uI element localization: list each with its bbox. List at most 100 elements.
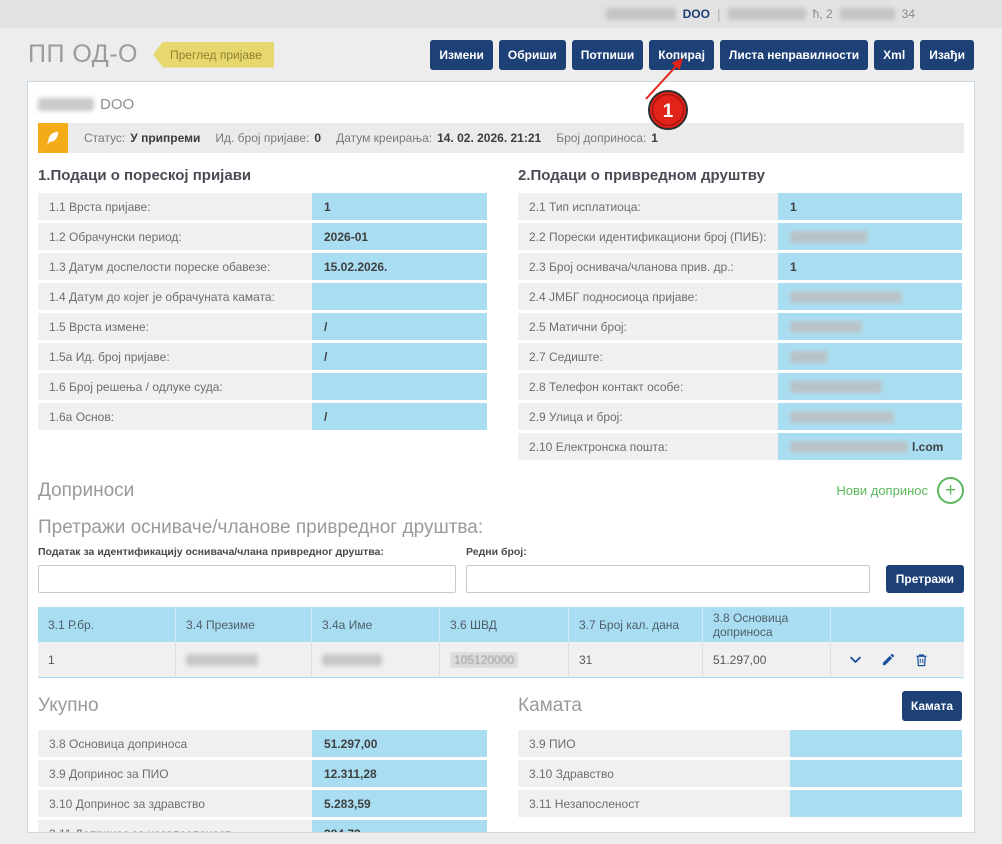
new-contribution-link[interactable]: Нови допринос + xyxy=(836,477,964,504)
field-label: 3.9 Допринос за ПИО xyxy=(38,760,312,787)
form-row: 2.1 Тип исплатиоца:1 xyxy=(518,193,962,220)
section1-title: 1.Подаци о пореској пријави xyxy=(38,167,487,184)
interest-header: Камата Камата xyxy=(518,692,962,720)
value-text: 12.311,28 xyxy=(324,767,377,781)
status-item-label: Датум креирања: xyxy=(336,131,432,145)
value-text: 2026-01 xyxy=(324,230,368,244)
search-row: Податак за идентификацију оснивача/члана… xyxy=(38,546,964,593)
form-row: 3.9 ПИО xyxy=(518,730,962,757)
form-row: 2.3 Број оснивача/чланова прив. др.:1 xyxy=(518,253,962,280)
totals-title: Укупно xyxy=(38,692,487,720)
value-text: 1 xyxy=(790,200,797,214)
status-item: Датум креирања: 14. 02. 2026. 21:21 xyxy=(336,131,541,145)
contributions-title: Доприноси xyxy=(38,480,134,502)
summary-sections: Укупно 3.8 Основица доприноса 51.297,00 3.… xyxy=(38,692,964,833)
table-header-cell: 3.4 Презиме xyxy=(176,607,312,642)
field-value: / xyxy=(312,343,487,370)
identification-search-input[interactable] xyxy=(38,565,456,593)
company-title: DOO xyxy=(38,96,964,113)
delete-button[interactable]: Обриши xyxy=(499,40,566,70)
company-title-suffix: DOO xyxy=(100,96,134,113)
redacted-name xyxy=(322,654,382,666)
edit-button[interactable]: Измени xyxy=(430,40,492,70)
status-item-label: Ид. број пријаве: xyxy=(215,131,309,145)
form-row: 1.5а Ид. број пријаве:/ xyxy=(38,343,487,370)
status-item-value: 14. 02. 2026. 21:21 xyxy=(437,131,541,145)
new-contribution-label: Нови допринос xyxy=(836,483,928,498)
field-label: 2.4 ЈМБГ подносиоца пријаве: xyxy=(518,283,778,310)
interest-section: Камата Камата 3.9 ПИО 3.10 Здравство 3.11 … xyxy=(518,692,962,833)
field-label: 2.8 Телефон контакт особе: xyxy=(518,373,778,400)
serial-number-label: Редни број: xyxy=(466,546,870,558)
interest-button[interactable]: Камата xyxy=(902,691,962,721)
field-label: 3.10 Допринос за здравство xyxy=(38,790,312,817)
table-header-cell: 3.7 Број кал. дана xyxy=(569,607,703,642)
contributions-header: Доприноси Нови допринос + xyxy=(38,477,964,504)
value-text: 1 xyxy=(324,200,331,214)
exit-button[interactable]: Изађи xyxy=(920,40,974,70)
field-value: / xyxy=(312,403,487,430)
value-text: 51.297,00 xyxy=(324,737,377,751)
form-row: 3.11 Незапосленост xyxy=(518,790,962,817)
row-actions xyxy=(831,642,964,677)
irregularities-list-button[interactable]: Листа неправилности xyxy=(720,40,868,70)
serial-number-field-group: Редни број: xyxy=(466,546,870,593)
table-header-cell: 3.1 Р.бр. xyxy=(38,607,176,642)
status-item-value: 1 xyxy=(651,131,658,145)
field-value: 384,73 xyxy=(312,820,487,833)
form-row: 1.4 Датум до којег је обрачуната камата: xyxy=(38,283,487,310)
field-value xyxy=(778,313,962,340)
field-value xyxy=(778,283,962,310)
status-item-value: У припреми xyxy=(130,131,200,145)
chevron-down-icon[interactable] xyxy=(848,652,863,667)
field-label: 2.9 Улица и број: xyxy=(518,403,778,430)
form-row: 1.2 Обрачунски период: 2026-01 xyxy=(38,223,487,250)
sign-button[interactable]: Потпиши xyxy=(572,40,644,70)
copy-button[interactable]: Копирај xyxy=(649,40,714,70)
form-row: 2.9 Улица и број: xyxy=(518,403,962,430)
topbar: DOO | ћ, 2 34 xyxy=(0,0,1002,28)
field-label: 1.5а Ид. број пријаве: xyxy=(38,343,312,370)
field-value: 15.02.2026. xyxy=(312,253,487,280)
plus-icon[interactable]: + xyxy=(937,477,964,504)
field-label: 1.2 Обрачунски период: xyxy=(38,223,312,250)
cell-base: 51.297,00 xyxy=(703,642,831,677)
identification-label: Податак за идентификацију оснивача/члана… xyxy=(38,546,456,558)
field-value: 1 xyxy=(778,253,962,280)
cell-svd: 105120000 xyxy=(440,642,569,677)
form-row: 2.2 Порески идентификациони број (ПИБ): xyxy=(518,223,962,250)
field-label: 3.8 Основица доприноса xyxy=(38,730,312,757)
section2-title: 2.Подаци о привредном друштву xyxy=(518,167,962,184)
form-sections: 1.Подаци о пореској пријави 1.1 Врста пр… xyxy=(38,167,964,463)
trash-icon[interactable] xyxy=(914,652,929,668)
cell-rbr: 1 xyxy=(38,642,176,677)
redacted-surname xyxy=(186,654,258,666)
field-value: l.com xyxy=(778,433,962,460)
user-name-suffix: ћ, 2 xyxy=(813,7,833,21)
value-text: / xyxy=(324,410,327,424)
redacted-value xyxy=(790,411,894,423)
edit-pencil-icon[interactable] xyxy=(881,652,896,667)
field-label: 2.2 Порески идентификациони број (ПИБ): xyxy=(518,223,778,250)
value-text: 1 xyxy=(790,260,797,274)
serial-number-input[interactable] xyxy=(466,565,870,593)
form-row: 2.4 ЈМБГ подносиоца пријаве: xyxy=(518,283,962,310)
section-company: 2.Подаци о привредном друштву 2.1 Тип ис… xyxy=(518,167,962,463)
table-header-cell: 3.6 ШВД xyxy=(440,607,569,642)
search-button[interactable]: Претражи xyxy=(886,565,964,593)
cell-surname xyxy=(176,642,312,677)
form-row: 1.5 Врста измене:/ xyxy=(38,313,487,340)
field-label: 3.10 Здравство xyxy=(518,760,790,787)
form-row: 2.5 Матични број: xyxy=(518,313,962,340)
section2-rows: 2.1 Тип исплатиоца:1 2.2 Порески идентифи… xyxy=(518,193,962,460)
xml-button[interactable]: Xml xyxy=(874,40,914,70)
table-row: 1 105120000 31 51.297,00 xyxy=(38,642,964,678)
redacted-value xyxy=(790,441,908,453)
field-label: 3.11 Допринос за незапосленост xyxy=(38,820,312,833)
field-value xyxy=(778,403,962,430)
form-row: 1.1 Врста пријаве:1 xyxy=(38,193,487,220)
toolbar: ИзмениОбришиПотпишиКопирајЛиста неправил… xyxy=(430,40,974,70)
status-item-label: Статус: xyxy=(84,131,125,145)
field-label: 3.11 Незапосленост xyxy=(518,790,790,817)
table-header-cell: 3.4а Име xyxy=(312,607,440,642)
